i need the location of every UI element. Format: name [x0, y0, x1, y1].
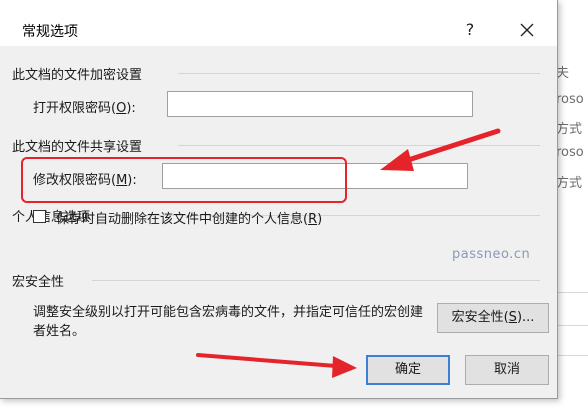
arrow-to-modify-field-icon: [380, 128, 501, 171]
annotation-arrows: [196, 128, 501, 378]
arrow-to-ok-button-icon: [196, 353, 357, 378]
